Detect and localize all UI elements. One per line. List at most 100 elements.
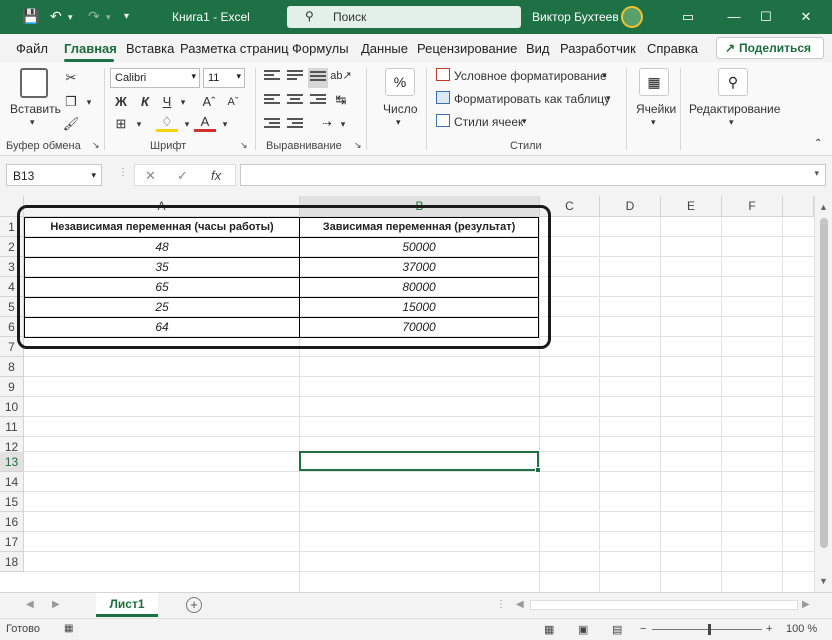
number-dropdown-icon[interactable]: ▾ [396,117,401,128]
add-sheet-button[interactable]: + [186,597,202,613]
ribbon-display-options-icon[interactable]: ▭ [674,6,702,28]
fill-handle[interactable] [535,467,541,473]
cancel-icon[interactable]: ✕ [145,168,156,184]
zoom-slider[interactable] [652,629,762,630]
font-launcher-icon[interactable]: ↘ [240,140,248,151]
zoom-slider-thumb[interactable] [708,624,711,635]
column-header-e[interactable]: E [661,196,722,217]
tab-help[interactable]: Справка [647,41,698,56]
close-button[interactable]: ✕ [792,6,820,28]
customize-quick-access-icon[interactable]: ▾ [124,11,129,22]
borders-dropdown-icon[interactable]: ▾ [128,114,150,134]
italic-button[interactable]: К [134,92,156,112]
cells-dropdown-icon[interactable]: ▾ [651,117,656,128]
paste-button[interactable]: Вставить [10,102,61,116]
tab-review[interactable]: Рецензирование [417,41,517,56]
sheet-tab[interactable]: Лист1 [96,593,158,617]
zoom-in-button[interactable]: + [766,623,772,635]
tab-home[interactable]: Главная [64,41,117,56]
redo-icon[interactable]: ↷ [88,8,100,25]
tab-developer[interactable]: Разработчик [560,41,636,56]
format-painter-icon[interactable]: 🖌 [60,114,82,134]
tab-insert[interactable]: Вставка [126,41,174,56]
font-size-select[interactable]: 11 ▾ [203,68,245,88]
formula-bar-grip-icon[interactable]: ⋮ [118,167,128,178]
page-break-view-icon[interactable]: ▤ [612,623,622,636]
font-color-icon[interactable]: A [194,112,216,132]
decrease-font-icon[interactable]: Aˇ [222,92,244,112]
editing-dropdown-icon[interactable]: ▾ [729,117,734,128]
tab-page-layout[interactable]: Разметка страниц [180,41,289,56]
minimize-button[interactable]: — [720,6,748,28]
expand-formula-bar-icon[interactable]: ▾ [814,168,819,179]
clipboard-launcher-icon[interactable]: ↘ [92,140,100,151]
row-header[interactable]: 10 [0,397,24,417]
row-header[interactable]: 13 [0,452,24,472]
text-orientation-icon[interactable]: ab↗ [330,66,352,86]
format-as-table-icon[interactable] [436,91,450,104]
page-layout-view-icon[interactable]: ▣ [578,623,588,636]
horizontal-scrollbar[interactable] [530,600,798,610]
redo-dropdown-icon[interactable]: ▾ [106,12,111,23]
number-button[interactable]: Число [383,102,418,116]
undo-dropdown-icon[interactable]: ▾ [68,12,73,23]
editing-search-icon[interactable]: ⚲ [718,68,748,96]
align-center-icon[interactable] [287,94,303,108]
insert-function-icon[interactable]: fx [211,168,221,183]
cells-icon[interactable]: ▦ [639,68,669,96]
conditional-formatting-button[interactable]: Условное форматирование [454,69,607,83]
row-header[interactable]: 15 [0,492,24,512]
number-format-icon[interactable]: % [385,68,415,96]
row-header[interactable]: 17 [0,532,24,552]
row-header[interactable]: 18 [0,552,24,572]
column-header-d[interactable]: D [600,196,661,217]
column-header-f[interactable]: F [722,196,783,217]
collapse-ribbon-icon[interactable]: ⌃ [814,138,822,149]
increase-font-icon[interactable]: Aˆ [198,92,220,112]
scroll-thumb[interactable] [820,218,828,548]
tab-formulas[interactable]: Формулы [292,41,349,56]
chevron-down-icon[interactable]: ▾ [522,116,527,127]
cut-icon[interactable]: ✂ [60,68,82,88]
prev-sheet-icon[interactable]: ◀ [26,599,34,610]
column-header-g[interactable] [783,196,814,217]
tab-split-icon[interactable]: ⋮ [496,599,506,610]
tab-file[interactable]: Файл [16,41,48,56]
wrap-text-icon[interactable]: ↹ [330,90,352,110]
chevron-down-icon[interactable]: ▾ [606,93,611,104]
align-right-icon[interactable] [310,94,326,108]
scroll-up-icon[interactable]: ▲ [819,202,828,212]
format-as-table-button[interactable]: Форматировать как таблицу [454,92,610,106]
cells-button[interactable]: Ячейки [636,102,676,116]
bold-button[interactable]: Ж [110,92,132,112]
align-bottom-icon[interactable] [308,68,328,88]
enter-icon[interactable]: ✓ [177,168,188,184]
vertical-scrollbar[interactable]: ▲ ▼ [814,196,832,592]
copy-dropdown-icon[interactable]: ▾ [78,92,100,112]
cell-styles-icon[interactable] [436,114,450,127]
row-header[interactable]: 16 [0,512,24,532]
row-header[interactable]: 11 [0,417,24,437]
active-cell[interactable] [299,451,539,471]
zoom-level[interactable]: 100 % [786,623,817,635]
cell-styles-button[interactable]: Стили ячеек [454,115,523,129]
fill-color-icon[interactable]: ♢ [156,112,178,132]
undo-icon[interactable]: ↶ [50,8,62,25]
paste-dropdown-icon[interactable]: ▾ [30,117,35,128]
font-name-select[interactable]: Calibri ▾ [110,68,200,88]
user-name[interactable]: Виктор Бухтеев [532,10,619,24]
row-header[interactable]: 9 [0,377,24,397]
align-top-icon[interactable] [264,70,280,84]
scroll-left-icon[interactable]: ◀ [516,599,524,610]
underline-dropdown-icon[interactable]: ▾ [172,92,194,112]
next-sheet-icon[interactable]: ▶ [52,599,60,610]
align-middle-icon[interactable] [287,70,303,84]
accessibility-icon[interactable]: ▦ [64,623,73,634]
decrease-indent-icon[interactable] [264,118,280,132]
save-icon[interactable]: 💾 [22,8,39,25]
search-box[interactable]: ⚲ Поиск [287,6,521,28]
normal-view-icon[interactable]: ▦ [544,623,554,636]
scroll-down-icon[interactable]: ▼ [819,576,828,586]
editing-button[interactable]: Редактирование [689,102,780,116]
row-header[interactable]: 8 [0,357,24,377]
